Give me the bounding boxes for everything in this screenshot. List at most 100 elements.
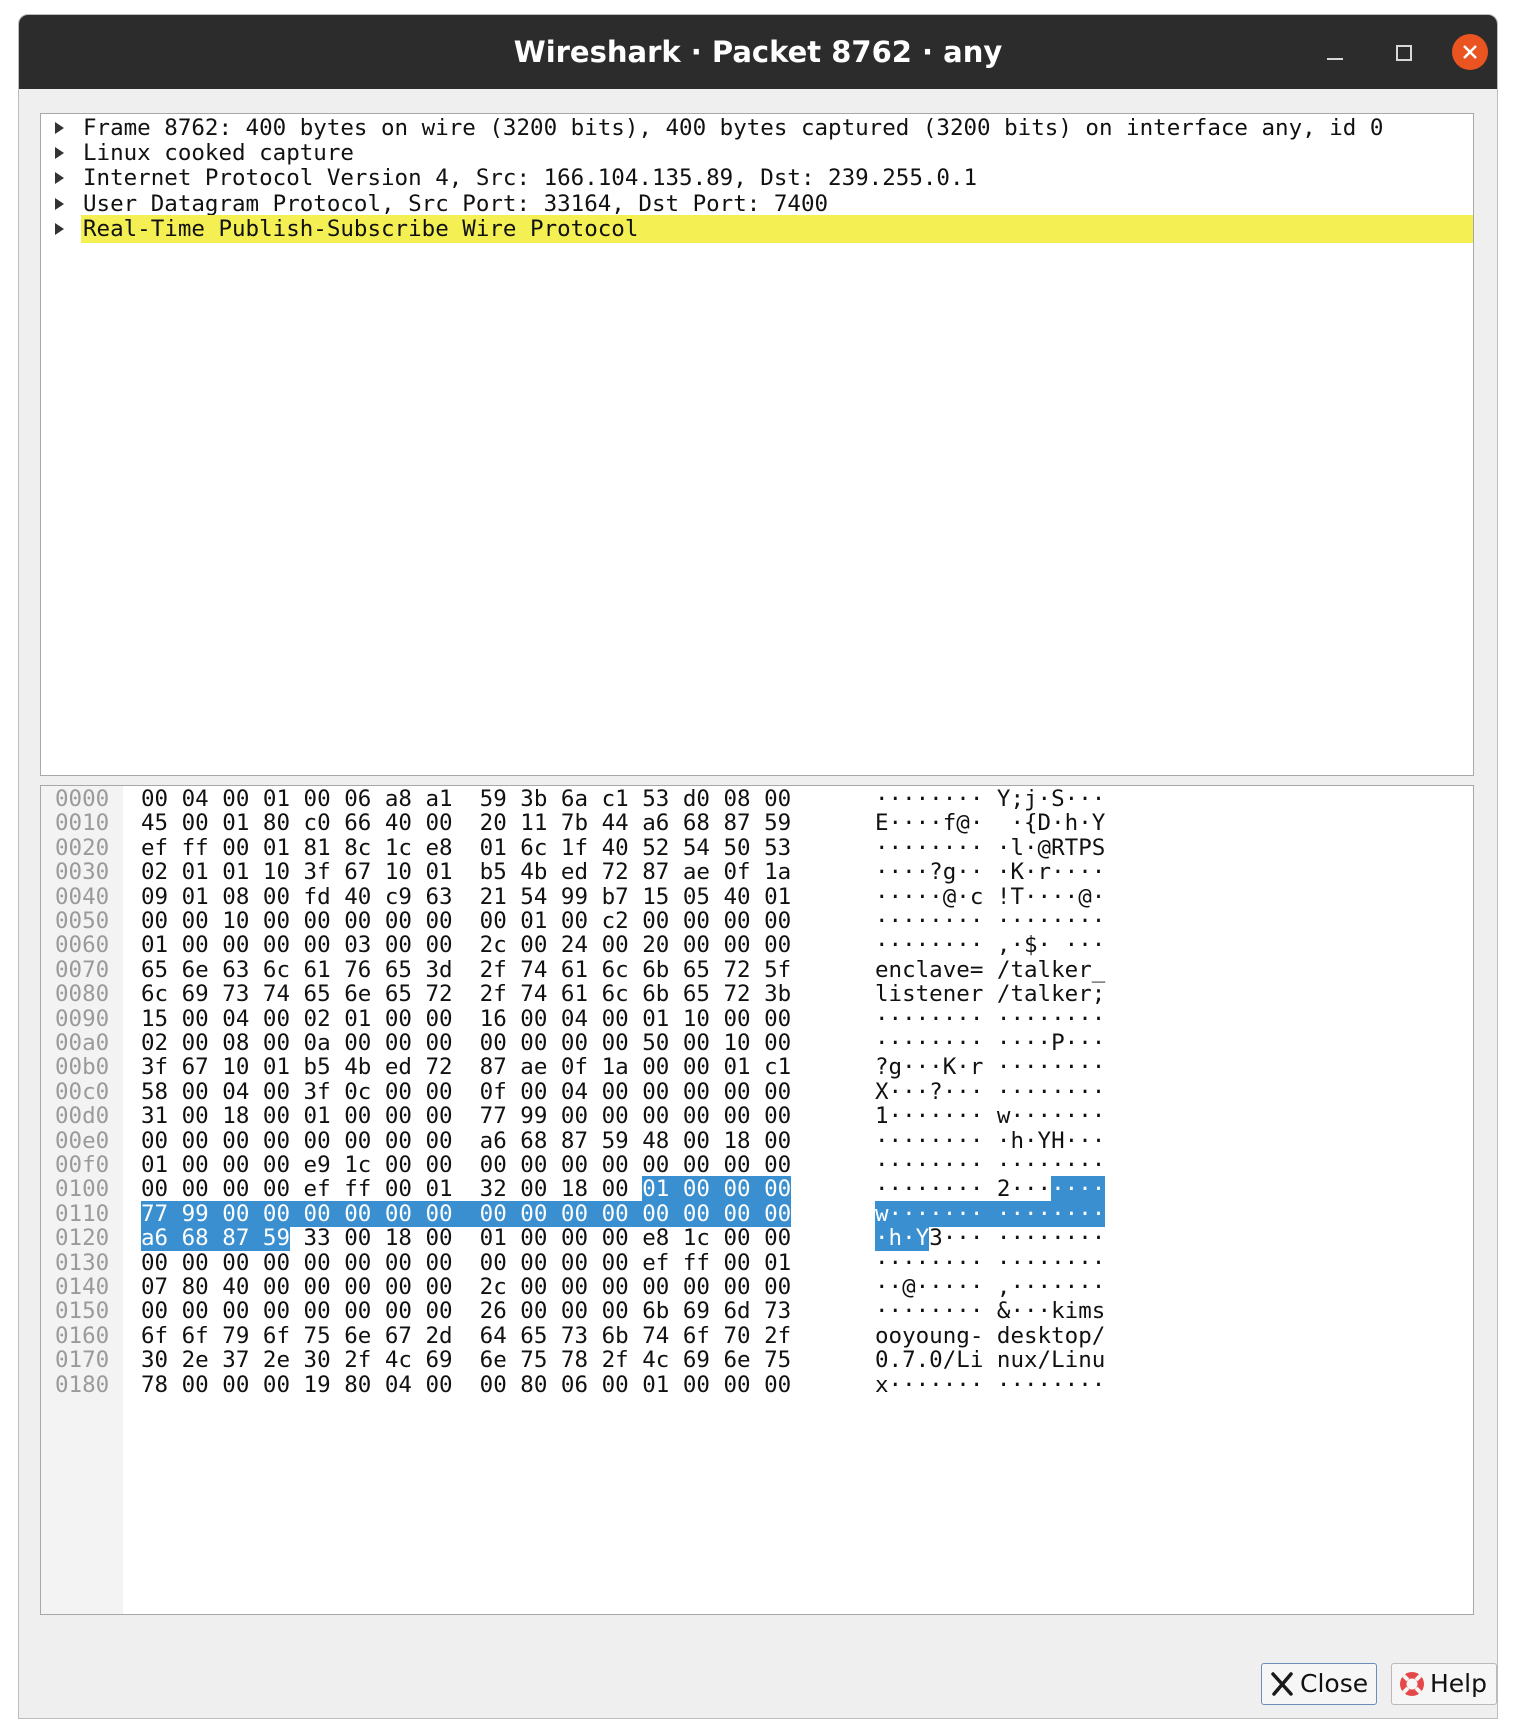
hex-offset: 0150 — [55, 1298, 110, 1325]
hex-bytes[interactable]: 45 00 01 80 c0 66 40 00 20 11 7b 44 a6 6… — [141, 810, 791, 837]
expand-arrow-icon[interactable] — [55, 222, 64, 235]
hex-ascii[interactable]: listener /talker; — [875, 981, 1105, 1008]
hex-bytes[interactable]: 6c 69 73 74 65 6e 65 72 2f 74 61 6c 6b 6… — [141, 981, 791, 1008]
hex-bytes[interactable]: 31 00 18 00 01 00 00 00 77 99 00 00 00 0… — [141, 1103, 791, 1130]
hex-offset: 00f0 — [55, 1152, 110, 1178]
hex-bytes[interactable]: 77 99 00 00 00 00 00 00 00 00 00 00 00 0… — [141, 1200, 792, 1228]
hex-offset: 0010 — [55, 810, 110, 837]
hex-offset: 00b0 — [55, 1054, 110, 1081]
hex-ascii[interactable]: ········ ····P··· — [875, 1030, 1105, 1057]
tree-row-label: Internet Protocol Version 4, Src: 166.10… — [83, 165, 978, 192]
close-x-icon — [1271, 1672, 1293, 1696]
hex-offset: 0160 — [55, 1322, 110, 1349]
minimize-icon[interactable] — [1317, 34, 1353, 70]
hex-ascii[interactable]: ········ ········ — [875, 1250, 1105, 1277]
hex-ascii[interactable]: w······· ········ — [875, 1200, 1106, 1228]
window-close-button[interactable] — [1452, 34, 1488, 70]
hex-bytes[interactable]: 00 00 00 00 ef ff 00 01 32 00 18 00 01 0… — [141, 1176, 792, 1203]
hex-offset: 0000 — [55, 786, 110, 812]
hex-bytes[interactable]: 58 00 04 00 3f 0c 00 00 0f 00 04 00 00 0… — [141, 1079, 791, 1106]
hex-offset: 00e0 — [55, 1127, 110, 1154]
hex-offset: 0060 — [55, 932, 110, 959]
hex-offset: 0020 — [55, 834, 110, 861]
hex-offset: 0070 — [55, 956, 110, 983]
hex-bytes[interactable]: 00 00 00 00 00 00 00 00 a6 68 87 59 48 0… — [141, 1128, 791, 1155]
hex-bytes[interactable]: 6f 6f 79 6f 75 6e 67 2d 64 65 73 6b 74 6… — [141, 1323, 791, 1350]
tree-row[interactable]: Linux cooked capture — [41, 139, 1473, 167]
packet-details-tree[interactable]: Frame 8762: 400 bytes on wire (3200 bits… — [40, 113, 1474, 776]
hex-ascii[interactable]: ··@····· ,······· — [875, 1274, 1105, 1301]
hex-ascii[interactable]: ········ ·h·YH··· — [875, 1128, 1105, 1155]
hex-offset: 0050 — [55, 908, 110, 934]
hex-offset: 00c0 — [55, 1078, 110, 1105]
tree-row[interactable]: Internet Protocol Version 4, Src: 166.10… — [41, 164, 1473, 192]
maximize-icon[interactable] — [1385, 34, 1421, 70]
hex-bytes[interactable]: 00 04 00 01 00 06 a8 a1 59 3b 6a c1 53 d… — [141, 786, 791, 813]
hex-bytes[interactable]: 65 6e 63 6c 61 76 65 3d 2f 74 61 6c 6b 6… — [141, 957, 791, 984]
hex-ascii[interactable]: X···?··· ········ — [875, 1079, 1105, 1106]
title-bar[interactable]: Wireshark · Packet 8762 · any — [19, 15, 1497, 89]
tree-row-label: Frame 8762: 400 bytes on wire (3200 bits… — [83, 115, 1384, 141]
tree-row-label: Real-Time Publish-Subscribe Wire Protoco… — [81, 214, 1473, 243]
hex-offset: 0080 — [55, 981, 110, 1008]
hex-ascii[interactable]: ········ ········ — [875, 908, 1105, 935]
hex-bytes[interactable]: a6 68 87 59 33 00 18 00 01 00 00 00 e8 1… — [141, 1225, 791, 1252]
hex-ascii[interactable]: ····?g·· ·K·r···· — [875, 859, 1105, 886]
tree-row-label: User Datagram Protocol, Src Port: 33164,… — [83, 190, 829, 217]
tree-row-label: Linux cooked capture — [83, 140, 354, 167]
help-lifebuoy-icon — [1400, 1672, 1424, 1696]
expand-arrow-icon[interactable] — [55, 197, 64, 210]
hex-ascii[interactable]: E····f@· ·{D·h·Y — [875, 810, 1105, 837]
hex-ascii[interactable]: ·h·Y3··· ········ — [875, 1225, 1105, 1252]
packet-bytes-pane[interactable]: 0000 00 04 00 01 00 06 a8 a1 59 3b 6a c1 … — [40, 785, 1474, 1615]
tree-row[interactable]: Frame 8762: 400 bytes on wire (3200 bits… — [41, 114, 1473, 142]
hex-offset: 00d0 — [55, 1103, 110, 1130]
close-button[interactable]: Close — [1261, 1663, 1377, 1705]
expand-arrow-icon[interactable] — [55, 122, 64, 134]
hex-offset: 0030 — [55, 859, 110, 886]
hex-bytes[interactable]: 3f 67 10 01 b5 4b ed 72 87 ae 0f 1a 00 0… — [141, 1054, 791, 1081]
tree-row[interactable]: User Datagram Protocol, Src Port: 33164,… — [41, 190, 1473, 218]
hex-ascii[interactable]: enclave= /talker_ — [875, 957, 1105, 984]
hex-offset: 0120 — [55, 1225, 110, 1252]
hex-ascii[interactable]: ········ ·l·@RTPS — [875, 835, 1105, 862]
hex-ascii[interactable]: ········ 2······· — [875, 1176, 1106, 1203]
hex-bytes[interactable]: 01 00 00 00 e9 1c 00 00 00 00 00 00 00 0… — [141, 1152, 791, 1179]
hex-offset: 0040 — [55, 883, 110, 910]
close-button-label: Close — [1300, 1669, 1369, 1698]
hex-bytes[interactable]: 00 00 10 00 00 00 00 00 00 01 00 c2 00 0… — [141, 908, 791, 935]
help-button[interactable]: Help — [1391, 1663, 1497, 1705]
hex-bytes[interactable]: 02 01 01 10 3f 67 10 01 b5 4b ed 72 87 a… — [141, 859, 791, 886]
hex-bytes[interactable]: ef ff 00 01 81 8c 1c e8 01 6c 1f 40 52 5… — [141, 835, 791, 862]
hex-ascii[interactable]: 0.7.0/Li nux/Linu — [875, 1347, 1105, 1374]
hex-offset: 0180 — [55, 1371, 110, 1398]
hex-ascii[interactable]: ········ Y;j·S··· — [875, 786, 1105, 813]
hex-ascii[interactable]: 1······· w······· — [875, 1103, 1105, 1130]
hex-ascii[interactable]: x······· ········ — [875, 1372, 1105, 1399]
hex-bytes[interactable]: 00 00 00 00 00 00 00 00 26 00 00 00 6b 6… — [141, 1298, 791, 1325]
help-button-label: Help — [1430, 1669, 1487, 1698]
hex-ascii[interactable]: ········ ········ — [875, 1006, 1105, 1033]
hex-bytes[interactable]: 01 00 00 00 00 03 00 00 2c 00 24 00 20 0… — [141, 932, 791, 959]
hex-bytes[interactable]: 15 00 04 00 02 01 00 00 16 00 04 00 01 1… — [141, 1006, 791, 1033]
hex-bytes[interactable]: 30 2e 37 2e 30 2f 4c 69 6e 75 78 2f 4c 6… — [141, 1347, 791, 1374]
pane-splitter[interactable] — [40, 778, 1474, 784]
hex-offset: 0100 — [55, 1176, 110, 1203]
hex-offset: 0130 — [55, 1249, 110, 1276]
hex-bytes[interactable]: 78 00 00 00 19 80 04 00 00 80 06 00 01 0… — [141, 1372, 791, 1399]
expand-arrow-icon[interactable] — [55, 147, 64, 160]
hex-bytes[interactable]: 00 00 00 00 00 00 00 00 00 00 00 00 ef f… — [141, 1250, 791, 1277]
hex-offset: 0090 — [55, 1005, 110, 1032]
hex-offset: 0170 — [55, 1347, 110, 1374]
hex-ascii[interactable]: ooyoung- desktop/ — [875, 1323, 1105, 1350]
hex-ascii[interactable]: ········ &···kims — [875, 1298, 1105, 1325]
expand-arrow-icon[interactable] — [55, 172, 64, 185]
hex-ascii[interactable]: ········ ········ — [875, 1152, 1105, 1179]
hex-ascii[interactable]: ········ ,·$· ··· — [875, 932, 1105, 959]
hex-bytes[interactable]: 07 80 40 00 00 00 00 00 2c 00 00 00 00 0… — [141, 1274, 791, 1301]
hex-bytes[interactable]: 09 01 08 00 fd 40 c9 63 21 54 99 b7 15 0… — [141, 884, 791, 911]
tree-row[interactable]: Real-Time Publish-Subscribe Wire Protoco… — [41, 214, 1473, 243]
hex-ascii[interactable]: ·····@·c !T····@· — [875, 884, 1105, 911]
hex-ascii[interactable]: ?g···K·r ········ — [875, 1054, 1105, 1081]
hex-bytes[interactable]: 02 00 08 00 0a 00 00 00 00 00 00 00 50 0… — [141, 1030, 791, 1057]
